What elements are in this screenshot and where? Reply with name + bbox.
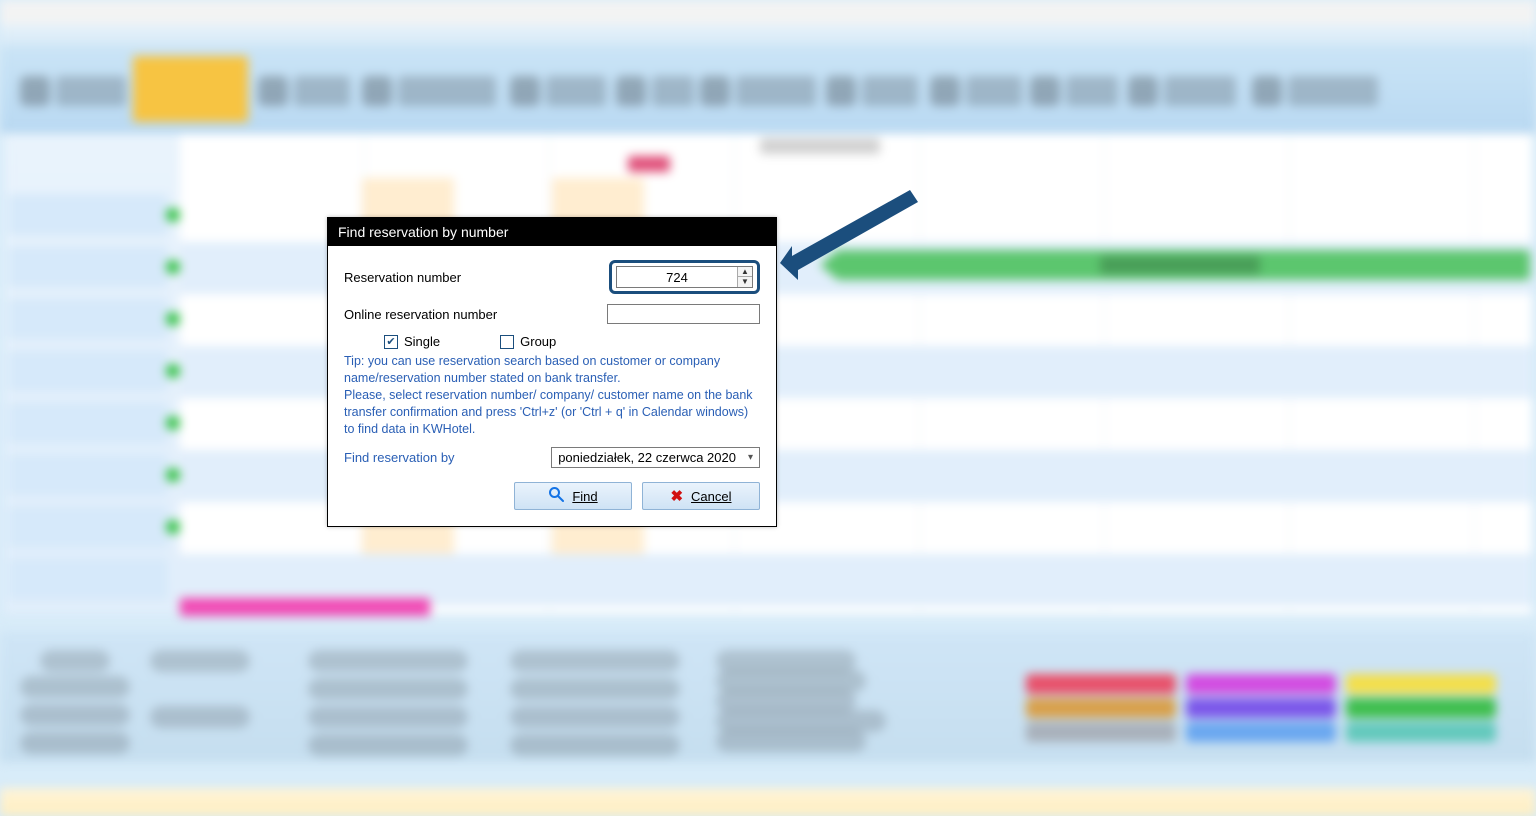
single-label: Single [404, 334, 440, 349]
single-checkbox[interactable]: ✔ Single [384, 334, 440, 349]
find-button[interactable]: Find [514, 482, 632, 510]
date-value: poniedziałek, 22 czerwca 2020 [558, 450, 736, 465]
cancel-button[interactable]: ✖ Cancel [642, 482, 760, 510]
spinner-buttons[interactable]: ▲ ▼ [737, 267, 752, 287]
online-reservation-number-input[interactable] [607, 304, 760, 324]
checkbox-unchecked-icon [500, 335, 514, 349]
tip-text: Tip: you can use reservation search base… [344, 353, 760, 437]
spinner-down-icon[interactable]: ▼ [738, 277, 752, 287]
dialog-title: Find reservation by number [328, 218, 776, 246]
chevron-down-icon: ▾ [748, 452, 753, 463]
search-icon [548, 486, 564, 507]
find-reservation-dialog: Find reservation by number Reservation n… [327, 217, 777, 527]
reservation-number-label: Reservation number [344, 270, 609, 285]
reservation-number-highlight: ▲ ▼ [609, 260, 760, 294]
spinner-up-icon[interactable]: ▲ [738, 267, 752, 277]
close-icon: ✖ [670, 487, 683, 505]
reservation-number-spinner[interactable]: ▲ ▼ [616, 266, 753, 288]
checkbox-checked-icon: ✔ [384, 335, 398, 349]
find-button-label: Find [572, 489, 597, 504]
annotation-arrow [770, 178, 930, 288]
find-by-date-select[interactable]: poniedziałek, 22 czerwca 2020 ▾ [551, 447, 760, 468]
group-label: Group [520, 334, 556, 349]
find-by-label: Find reservation by [344, 450, 539, 465]
reservation-number-input[interactable] [617, 267, 737, 287]
online-reservation-number-label: Online reservation number [344, 307, 607, 322]
cancel-button-label: Cancel [691, 489, 731, 504]
group-checkbox[interactable]: Group [500, 334, 556, 349]
